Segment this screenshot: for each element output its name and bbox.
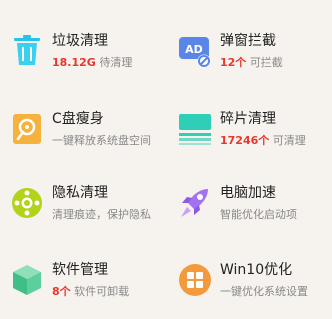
software-count: 8个 bbox=[52, 285, 71, 298]
tile-subtitle: 12个 可拦截 bbox=[220, 54, 283, 70]
ad-block-icon: AD bbox=[179, 37, 211, 68]
disk-slim-icon bbox=[13, 114, 41, 144]
tile-subtitle: 智能优化启动项 bbox=[220, 206, 297, 222]
tile-title: 垃圾清理 bbox=[52, 33, 108, 49]
tile-title: C盘瘦身 bbox=[52, 111, 104, 127]
tile-subtitle: 一键优化系统设置 bbox=[220, 283, 308, 299]
tile-junk-clean[interactable]: 垃圾清理 18.12G 待清理 bbox=[0, 30, 160, 90]
tile-subtitle-text: 可清理 bbox=[272, 134, 306, 147]
tile-subtitle-text: 待清理 bbox=[99, 56, 133, 69]
windows-icon bbox=[179, 264, 211, 296]
tile-subtitle: 清理痕迹，保护隐私 bbox=[52, 206, 151, 222]
cube-icon bbox=[13, 265, 41, 295]
tile-title: 碎片清理 bbox=[220, 111, 276, 127]
tile-title: 隐私清理 bbox=[52, 185, 108, 201]
tile-fragment-clean[interactable]: 碎片清理 17246个 可清理 bbox=[168, 108, 328, 168]
tile-software-manage[interactable]: 软件管理 8个 软件可卸载 bbox=[0, 259, 160, 319]
tile-subtitle-text: 智能优化启动项 bbox=[220, 208, 297, 221]
tile-c-drive-slim[interactable]: C盘瘦身 一键释放系统盘空间 bbox=[0, 108, 160, 168]
tile-subtitle: 17246个 可清理 bbox=[220, 132, 306, 148]
tile-title: Win10优化 bbox=[220, 262, 293, 278]
tile-title: 弹窗拦截 bbox=[220, 33, 276, 49]
trash-icon bbox=[14, 35, 40, 65]
fragment-count: 17246个 bbox=[220, 134, 270, 147]
tile-subtitle-text: 一键释放系统盘空间 bbox=[52, 134, 151, 147]
tile-pc-speedup[interactable]: 电脑加速 智能优化启动项 bbox=[168, 182, 328, 242]
tile-popup-block[interactable]: AD 弹窗拦截 12个 可拦截 bbox=[168, 30, 328, 90]
tile-privacy-clean[interactable]: 隐私清理 清理痕迹，保护隐私 bbox=[0, 182, 160, 242]
junk-size: 18.12G bbox=[52, 56, 96, 69]
tile-win10-optimize[interactable]: Win10优化 一键优化系统设置 bbox=[168, 259, 328, 319]
tile-subtitle-text: 清理痕迹，保护隐私 bbox=[52, 208, 151, 221]
tile-subtitle-text: 软件可卸载 bbox=[74, 285, 130, 298]
tile-title: 电脑加速 bbox=[220, 185, 276, 201]
svg-text:AD: AD bbox=[185, 43, 203, 56]
tile-subtitle-text: 一键优化系统设置 bbox=[220, 285, 308, 298]
tile-subtitle: 一键释放系统盘空间 bbox=[52, 132, 151, 148]
tile-subtitle: 8个 软件可卸载 bbox=[52, 283, 129, 299]
popup-count: 12个 bbox=[220, 56, 247, 69]
tile-title: 软件管理 bbox=[52, 262, 108, 278]
tile-subtitle: 18.12G 待清理 bbox=[52, 54, 132, 70]
tile-subtitle-text: 可拦截 bbox=[249, 56, 283, 69]
fragment-icon bbox=[179, 114, 211, 145]
rocket-icon bbox=[181, 189, 208, 217]
privacy-icon bbox=[12, 188, 42, 218]
